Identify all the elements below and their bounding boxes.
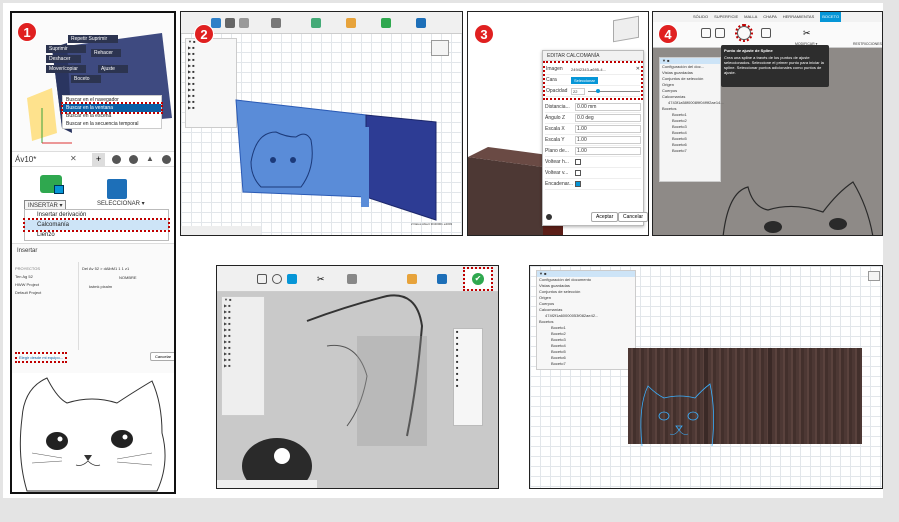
document-tab-title[interactable]: Áv10*: [15, 155, 36, 164]
help-circle-icon[interactable]: [162, 155, 171, 164]
menu-item-move[interactable]: Mover/copiar: [46, 65, 86, 73]
menu-item-undo[interactable]: Deshacer: [46, 55, 81, 63]
opacity-slider[interactable]: [588, 88, 640, 93]
face-select-button[interactable]: Seleccionar: [571, 76, 598, 84]
select-menu-button[interactable]: SELECCIONAR ▾: [97, 200, 145, 207]
sketch-palette: ■ ■ ■ ■ ■ ■ ■ ■ ■ ■: [453, 328, 483, 426]
file-table: Del Av 52 > dAlbM1 1 1 z1 NOMBRE kstmk p…: [78, 262, 172, 350]
browser-panel: ▼ ■ ▶ ■ ▶ ■ ▶ ■ ▶ ■ ▶ ■ ▶ ■ ▶ ■ ▶ ■ ▶ ■ …: [221, 296, 265, 416]
cancel-button[interactable]: Cancelar: [618, 212, 648, 222]
cat-sketch-image: [19, 377, 166, 492]
image-value[interactable]: 24942343-a695-4...: [571, 67, 636, 72]
panel-4: 4 SÓLIDO SUPERFICIE MALLA CHAPA HERRAMIE…: [652, 11, 883, 236]
step-badge-3: 3: [474, 24, 494, 44]
timeline-bar[interactable]: [217, 480, 317, 488]
plane-input[interactable]: 1.00: [575, 147, 641, 155]
flip-vertical-icon[interactable]: [575, 170, 581, 176]
field-distance: Distancia... 0.00 mm: [545, 102, 641, 113]
cursor-select-icon[interactable]: [107, 179, 127, 199]
step-badge-1: 1: [17, 22, 37, 42]
field-opacity: Opacidad 22: [546, 86, 640, 97]
field-face: Cara Seleccionar: [546, 75, 640, 86]
projects-column: PROYECTOS Ten Ag 52 HWW Project Default …: [15, 266, 75, 295]
clock-icon[interactable]: [112, 155, 121, 164]
step-badge-2: 2: [194, 24, 214, 44]
dialog-title: EDITAR CALCOMANÍA: [547, 53, 600, 59]
app-bar: Áv10* ✕ + ▲: [12, 151, 174, 167]
accept-button[interactable]: Aceptar: [591, 212, 619, 222]
panel-6: 6 ▼ ■ Configuración del documento Vistas…: [529, 265, 883, 489]
field-chain: Encadenar...: [545, 179, 641, 190]
insert-dropdown: Insertar derivación Calcomanía Lienzo: [23, 209, 170, 241]
opacity-input[interactable]: 22: [571, 87, 585, 95]
menu-item-insert-derive[interactable]: Insertar derivación: [25, 210, 168, 220]
chain-checkbox[interactable]: [575, 181, 581, 187]
help-icon[interactable]: [129, 155, 138, 164]
new-tab-icon[interactable]: +: [92, 153, 105, 166]
menu-item-redo[interactable]: Rehacer: [91, 49, 121, 57]
cat-sketch-outline: [640, 383, 714, 447]
menu-item-canvas[interactable]: Lienzo: [25, 230, 168, 240]
view-cube[interactable]: [431, 40, 449, 56]
menu-item-sketch[interactable]: Boceto: [71, 75, 101, 83]
image-icon[interactable]: [54, 185, 64, 194]
timeline-bar[interactable]: [181, 226, 261, 235]
angle-input[interactable]: 0.0 deg: [575, 114, 641, 122]
decal-main-fields: Imagen 24942343-a695-4... ✕ Cara Selecci…: [543, 61, 643, 100]
field-angle: Ángulo Z 0.0 deg: [545, 113, 641, 124]
clear-icon[interactable]: ✕: [636, 66, 640, 72]
notification-bell-icon[interactable]: ▲: [146, 154, 154, 163]
step-badge-4: 4: [658, 24, 678, 44]
insert-dialog-title: Insertar: [17, 248, 38, 254]
insert-dialog: Insertar PROYECTOS Ten Ag 52 HWW Project…: [12, 243, 174, 373]
context-menu: Repetir Suprimir Suprimir Deshacer Rehac…: [46, 35, 128, 83]
field-scale-y: Escala Y 1.00: [545, 135, 641, 146]
name-column-header: NOMBRE: [119, 275, 137, 280]
distance-input[interactable]: 0.00 mm: [575, 103, 641, 111]
cat-decal-on-wood: [722, 181, 874, 235]
ribbon: INSERTAR ▾ SELECCIONAR ▾: [12, 167, 174, 215]
menu-item-find-scene[interactable]: Buscar en la escena: [63, 112, 161, 120]
edit-decal-dialog: EDITAR CALCOMANÍA Imagen 24942343-a695-4…: [542, 50, 648, 226]
panel-1: 1 Repetir Suprimir Suprimir Deshacer Reh…: [10, 11, 176, 494]
projects-header: PROYECTOS: [15, 266, 41, 271]
menu-item-snap[interactable]: Ajuste: [98, 65, 128, 73]
field-flip-h: Voltear h...: [545, 157, 641, 168]
menu-item-find-window[interactable]: Buscar en la ventana: [61, 102, 163, 114]
menu-item-delete[interactable]: Suprimir: [46, 45, 86, 53]
menu-item-find-browser[interactable]: Buscar en el navegador: [63, 96, 161, 104]
figure-sheet: 1 Repetir Suprimir Suprimir Deshacer Reh…: [3, 3, 883, 498]
panel-3: 3 EDITAR CALCOMANÍA Imagen 24942343-a695…: [467, 11, 649, 236]
cancel-button[interactable]: Cancelar: [150, 352, 174, 361]
tree-node[interactable]: ▶ ■: [222, 363, 264, 369]
palette-row[interactable]: ■: [454, 383, 482, 389]
field-flip-v: Voltear v...: [545, 168, 641, 179]
field-plane: Plano de... 1.00: [545, 146, 641, 157]
dialog-footer: Aceptar Cancelar: [543, 212, 648, 223]
decal-transform-fields: Distancia... 0.00 mm Ángulo Z 0.0 deg Esca…: [545, 102, 641, 190]
field-image: Imagen 24942343-a695-4... ✕: [546, 64, 640, 75]
menu-item-find-timeline[interactable]: Buscar en la secuencia temporal: [63, 120, 161, 128]
scale-y-input[interactable]: 1.00: [575, 136, 641, 144]
close-tab-icon[interactable]: ✕: [70, 154, 77, 163]
project-item[interactable]: Default Project: [15, 290, 75, 295]
project-item[interactable]: HWW Project: [15, 282, 75, 287]
file-path: Del Av 52 > dAlbM1 1 1 z1: [82, 266, 130, 271]
search-menu: Buscar en el navegador Buscar en la vent…: [61, 95, 163, 129]
status-text: 2 Datos Abiert 3D40001 e4303: [411, 222, 453, 226]
choose-from-computer-link[interactable]: Elegir desde mi equipo...: [14, 352, 68, 363]
menu-item-repeat[interactable]: Repetir Suprimir: [68, 35, 118, 43]
flip-horizontal-icon[interactable]: [575, 159, 581, 165]
panel-5: 5 ✂ ✔ ▼ ■ ▶ ■ ▶ ■ ▶ ■ ▶ ■ ▶: [216, 265, 499, 489]
dialog-title-bar: EDITAR CALCOMANÍA: [543, 51, 643, 61]
panel-2: 2 ▼ ■ ▶ ■ ▶ ■ ▶ ■ ▶ ■ ▶ ■ ▶ ■ ▶ ■ ▶ ■ ▶ …: [180, 11, 463, 236]
info-icon[interactable]: [546, 214, 552, 220]
menu-item-decal[interactable]: Calcomanía: [23, 218, 170, 232]
scale-x-input[interactable]: 1.00: [575, 125, 641, 133]
decal-preview-model: [235, 99, 437, 221]
file-row[interactable]: kstmk pixalm: [89, 284, 162, 289]
project-item[interactable]: Ten Ag 52: [15, 274, 75, 279]
field-scale-x: Escala X 1.00: [545, 124, 641, 135]
